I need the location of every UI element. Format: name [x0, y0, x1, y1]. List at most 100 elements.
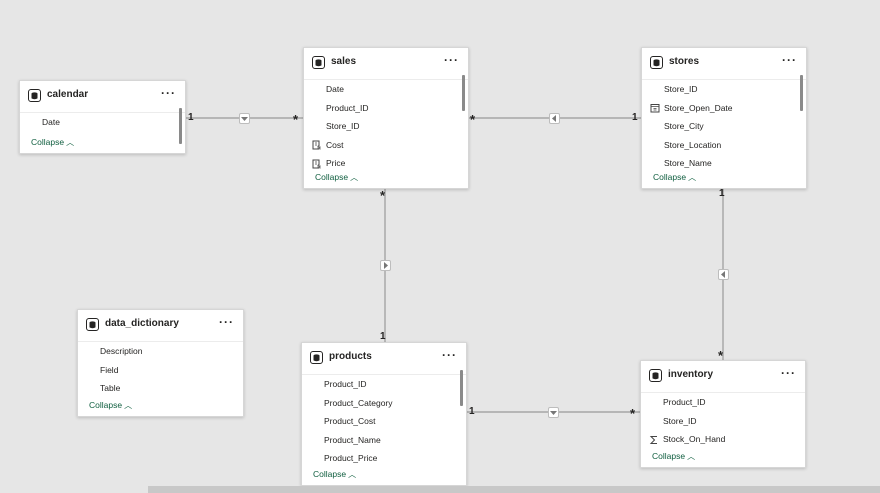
collapse-label: Collapse: [31, 137, 65, 147]
cardinality-many: *: [380, 188, 386, 203]
field-name: Store_Open_Date: [664, 102, 733, 113]
field-name: Table: [100, 383, 121, 393]
field-list: Product_ID Store_ID Stock_On_Hand: [641, 393, 805, 449]
field-row[interactable]: Store_Location: [642, 136, 806, 155]
field-row[interactable]: fx Cost: [304, 136, 468, 155]
field-name: Product_Name: [324, 434, 381, 445]
table-card-header[interactable]: inventory ···: [641, 361, 805, 393]
field-row[interactable]: Store_City: [642, 117, 806, 136]
field-list: Product_ID Product_Category Product_Cost Pr…: [302, 375, 466, 468]
table-card-sales[interactable]: sales ··· Date Product_ID Store_ID fx Cost fx…: [303, 47, 469, 189]
table-card-data-dictionary[interactable]: data_dictionary ··· Description Field Tabl…: [77, 309, 244, 417]
sigma-icon: [648, 434, 659, 445]
field-row[interactable]: Date: [304, 80, 468, 99]
field-row[interactable]: fx Price: [304, 154, 468, 173]
table-title: sales: [331, 56, 357, 67]
table-card-calendar[interactable]: calendar ··· Date Collapse ︿: [19, 80, 186, 154]
table-icon: [310, 351, 323, 364]
field-row[interactable]: Product_Name: [302, 431, 466, 450]
down-arrow-icon[interactable]: [239, 113, 250, 124]
field-row[interactable]: Date: [20, 113, 185, 132]
collapse-link[interactable]: Collapse ︿: [31, 137, 74, 148]
table-card-header[interactable]: stores ···: [642, 48, 806, 80]
vertical-scrollbar[interactable]: [800, 75, 803, 111]
more-options-icon[interactable]: ···: [782, 53, 797, 67]
table-icon: [312, 56, 325, 69]
vertical-scrollbar[interactable]: [179, 108, 182, 144]
field-name: Store_Name: [664, 158, 712, 168]
field-name: Product_ID: [324, 379, 367, 389]
svg-text:fx: fx: [317, 164, 321, 169]
field-name: Store_ID: [664, 84, 698, 94]
field-name: Store_ID: [663, 415, 697, 426]
left-arrow-icon[interactable]: [549, 113, 560, 124]
vertical-scrollbar[interactable]: [460, 370, 463, 406]
horizontal-scrollbar[interactable]: [148, 486, 880, 493]
field-row[interactable]: Stock_On_Hand: [641, 430, 805, 449]
field-name: Product_Cost: [324, 416, 376, 426]
field-row[interactable]: Description: [78, 342, 243, 361]
more-options-icon[interactable]: ···: [781, 366, 796, 380]
field-row[interactable]: Store_Open_Date: [642, 99, 806, 118]
collapse-link[interactable]: Collapse ︿: [313, 469, 356, 480]
collapse-label: Collapse: [315, 172, 349, 182]
field-row[interactable]: Product_Cost: [302, 412, 466, 431]
field-row[interactable]: Product_ID: [302, 375, 466, 394]
field-list: Store_ID Store_Open_Date Store_City Store_L…: [642, 80, 806, 173]
field-name: Store_Location: [664, 139, 722, 150]
field-name: Product_Price: [324, 453, 378, 463]
field-row[interactable]: Table: [78, 379, 243, 398]
collapse-link[interactable]: Collapse ︿: [89, 400, 132, 411]
left-arrow-icon[interactable]: [718, 269, 729, 280]
down-arrow-icon[interactable]: [548, 407, 559, 418]
table-card-header[interactable]: products ···: [302, 343, 466, 375]
field-row[interactable]: Product_ID: [304, 99, 468, 118]
table-card-products[interactable]: products ··· Product_ID Product_Category P…: [301, 342, 467, 486]
field-row[interactable]: Product_ID: [641, 393, 805, 412]
more-options-icon[interactable]: ···: [442, 348, 457, 362]
table-card-header[interactable]: sales ···: [304, 48, 468, 80]
field-name: Store_City: [664, 121, 704, 131]
field-row[interactable]: Product_Price: [302, 449, 466, 468]
field-row[interactable]: Field: [78, 361, 243, 380]
table-card-stores[interactable]: stores ··· Store_ID Store_Open_Date Store_…: [641, 47, 807, 189]
table-card-header[interactable]: data_dictionary ···: [78, 310, 243, 342]
collapse-link[interactable]: Collapse ︿: [652, 451, 695, 462]
model-canvas[interactable]: 1 * * 1 * 1 1 * 1 * calendar ··· Date Co…: [0, 0, 880, 493]
cardinality-one: 1: [632, 112, 638, 123]
table-icon: [86, 318, 99, 331]
field-name: Description: [100, 346, 143, 356]
table-icon: [650, 56, 663, 69]
table-card-inventory[interactable]: inventory ··· Product_ID Store_ID Stock_On…: [640, 360, 806, 468]
field-row[interactable]: Store_Name: [642, 154, 806, 173]
collapse-label: Collapse: [89, 400, 123, 410]
vertical-scrollbar[interactable]: [462, 75, 465, 111]
field-name: Cost: [326, 139, 344, 150]
table-title: stores: [669, 56, 700, 67]
table-card-header[interactable]: calendar ···: [20, 81, 185, 113]
right-arrow-icon[interactable]: [380, 260, 391, 271]
calculated-column-icon: fx: [311, 140, 322, 151]
chevron-up-icon: ︿: [350, 173, 359, 182]
table-title: inventory: [668, 369, 714, 380]
field-row[interactable]: Product_Category: [302, 394, 466, 413]
more-options-icon[interactable]: ···: [219, 315, 234, 329]
collapse-link[interactable]: Collapse ︿: [315, 172, 358, 183]
field-list: Date Product_ID Store_IDfx Cost fx Price: [304, 80, 468, 173]
cardinality-one: 1: [469, 406, 475, 417]
collapse-label: Collapse: [652, 451, 686, 461]
table-title: products: [329, 351, 372, 362]
table-icon: [28, 89, 41, 102]
field-name: Field: [100, 364, 119, 375]
cardinality-one: 1: [380, 331, 386, 342]
field-row[interactable]: Store_ID: [642, 80, 806, 99]
cardinality-one: 1: [188, 112, 194, 123]
collapse-link[interactable]: Collapse ︿: [653, 172, 696, 183]
cardinality-many: *: [470, 112, 476, 127]
field-list: Description Field Table: [78, 342, 243, 398]
more-options-icon[interactable]: ···: [161, 86, 176, 100]
field-row[interactable]: Store_ID: [304, 117, 468, 136]
field-row[interactable]: Store_ID: [641, 412, 805, 431]
more-options-icon[interactable]: ···: [444, 53, 459, 67]
chevron-up-icon: ︿: [687, 452, 696, 461]
